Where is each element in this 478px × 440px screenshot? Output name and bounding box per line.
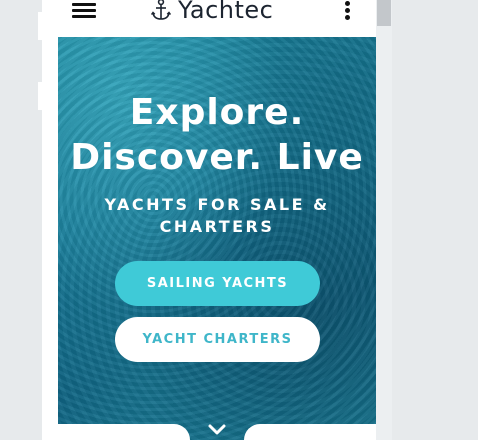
hero-section: Explore. Discover. Live YACHTS FOR SALE … [58, 37, 376, 440]
brand-name: Yachtec [178, 0, 274, 24]
bottom-card-right [244, 424, 376, 440]
sailing-yachts-button[interactable]: SAILING YACHTS [115, 261, 320, 306]
bottom-card-left [58, 424, 190, 440]
hero-subheadline-line1: YACHTS FOR SALE & [104, 195, 330, 214]
anchor-icon [150, 0, 172, 20]
top-navbar: Yachtec [58, 0, 376, 37]
brand-logo[interactable]: Yachtec [150, 0, 273, 24]
left-edge-background [0, 0, 42, 440]
hamburger-menu-icon[interactable] [72, 0, 96, 20]
scrollbar-thumb[interactable] [377, 0, 391, 26]
bottom-section-edge [58, 424, 376, 440]
right-background [392, 0, 478, 440]
hero-subheadline-line2: CHARTERS [159, 217, 275, 236]
scrollbar-track[interactable] [376, 0, 392, 440]
hero-headline-line2: Discover. Live [70, 137, 364, 178]
yacht-charters-button[interactable]: YACHT CHARTERS [115, 317, 320, 362]
more-vertical-icon[interactable] [342, 0, 354, 22]
hero-headline-line1: Explore. [129, 92, 305, 133]
chevron-down-icon[interactable] [207, 422, 227, 438]
hero-subheadline: YACHTS FOR SALE & CHARTERS [58, 194, 376, 238]
